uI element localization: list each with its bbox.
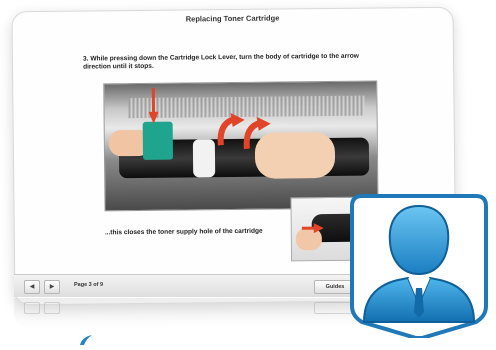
user-avatar-icon xyxy=(344,188,494,340)
page-indicator: Page 3 of 9 xyxy=(74,282,104,288)
photo-caption: ...this closes the toner supply hole of … xyxy=(104,227,263,237)
rotate-arrow-icon xyxy=(243,116,273,151)
main-photo xyxy=(103,80,379,212)
step-instruction: 3. While pressing down the Cartridge Loc… xyxy=(82,52,359,71)
cartridge-lock-lever xyxy=(142,121,174,160)
next-page-button[interactable]: ▶ xyxy=(44,280,60,294)
right-arrow-icon xyxy=(301,220,324,238)
reflection-button xyxy=(44,302,60,314)
prev-page-button[interactable]: ◀ xyxy=(24,280,40,294)
cartridge-cap xyxy=(192,139,216,178)
window-title: Replacing Toner Cartridge xyxy=(185,13,280,24)
accent-swoosh-icon xyxy=(78,332,94,345)
reflection-button xyxy=(24,302,40,314)
